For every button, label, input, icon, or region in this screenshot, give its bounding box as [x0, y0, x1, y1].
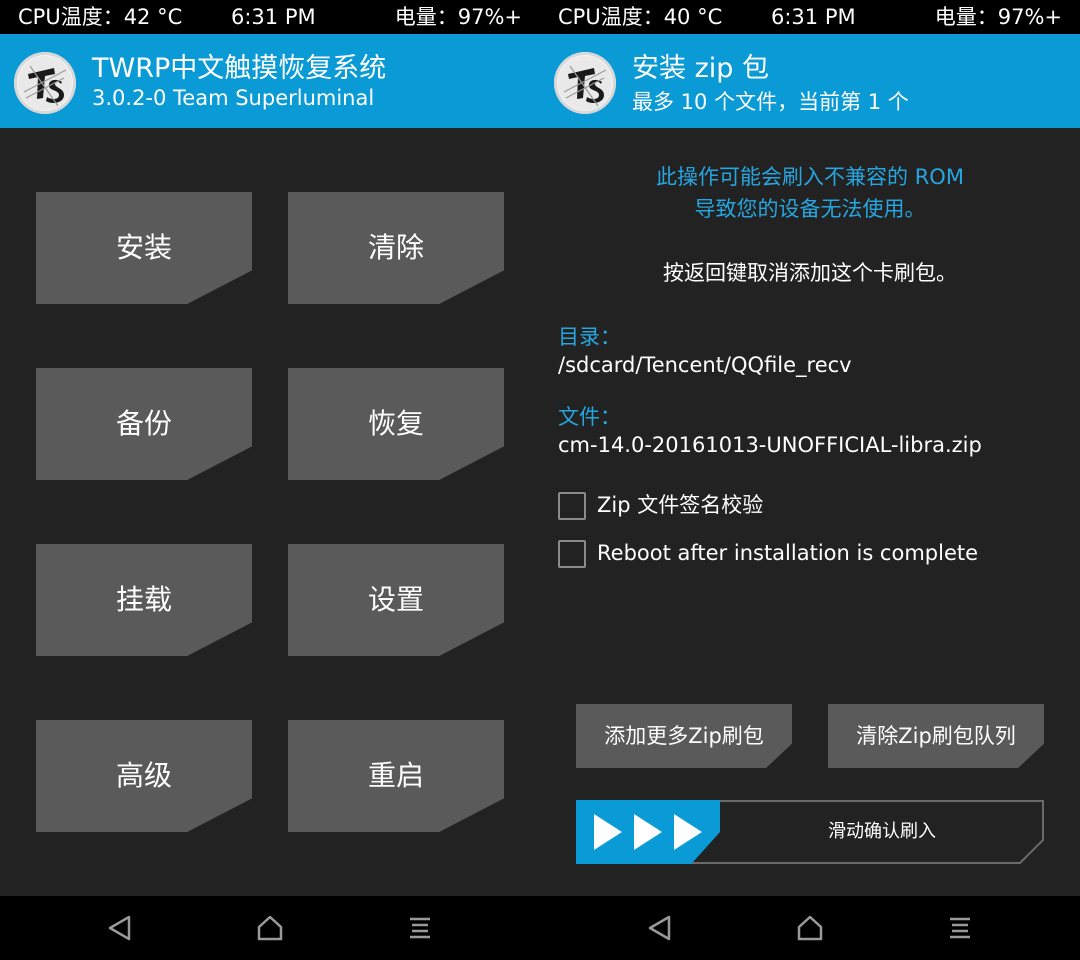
navigation-bar	[0, 896, 540, 960]
install-button[interactable]: 安装	[36, 192, 252, 304]
restore-button[interactable]: 恢复	[288, 368, 504, 480]
triple-arrow-icon	[594, 814, 702, 850]
cpu-temperature: CPU温度：42 °C	[18, 5, 183, 29]
menu-lines-icon[interactable]	[940, 908, 980, 948]
backup-button[interactable]: 备份	[36, 368, 252, 480]
back-icon[interactable]	[640, 908, 680, 948]
status-bar: CPU温度：40 °C 6:31 PM 电量：97%+	[540, 0, 1080, 34]
clock: 6:31 PM	[231, 5, 316, 29]
header-title: 安装 zip 包	[632, 53, 769, 84]
slider-handle[interactable]	[576, 800, 720, 864]
battery-level: 电量：97%+	[934, 5, 1062, 29]
mount-button[interactable]: 挂载	[36, 544, 252, 656]
app-header: 安装 zip 包 最多 10 个文件，当前第 1 个	[540, 34, 1080, 128]
warning-text-line-1: 此操作可能会刷入不兼容的 ROM	[656, 165, 964, 189]
warning-text-line-2: 导致您的设备无法使用。	[694, 197, 926, 221]
menu-lines-icon[interactable]	[400, 908, 440, 948]
checkbox-icon[interactable]	[558, 492, 586, 520]
advanced-button[interactable]: 高级	[36, 720, 252, 832]
home-icon[interactable]	[250, 908, 290, 948]
wipe-button[interactable]: 清除	[288, 192, 504, 304]
checkbox-label: Reboot after installation is complete	[597, 541, 979, 565]
header-subtitle: 最多 10 个文件，当前第 1 个	[632, 90, 909, 114]
clock: 6:31 PM	[771, 5, 856, 29]
reboot-button[interactable]: 重启	[288, 720, 504, 832]
settings-button[interactable]: 设置	[288, 544, 504, 656]
cancel-hint: 按返回键取消添加这个卡刷包。	[663, 261, 957, 285]
file-name: cm-14.0-20161013-UNOFFICIAL-libra.zip	[558, 433, 982, 457]
main-menu-screen: CPU温度：42 °C 6:31 PM 电量：97%+ TWRP中文触摸恢复系统…	[0, 0, 540, 960]
add-more-zips-button[interactable]: 添加更多Zip刷包	[576, 704, 792, 768]
file-label: 文件：	[558, 405, 621, 429]
back-icon[interactable]	[100, 908, 140, 948]
team-logo-icon	[14, 52, 76, 114]
checkbox-label: Zip 文件签名校验	[597, 493, 764, 517]
swipe-to-confirm-flash-slider[interactable]: 滑动确认刷入	[576, 800, 1044, 864]
header-subtitle: 3.0.2-0 Team Superluminal	[92, 86, 375, 110]
header-title: TWRP中文触摸恢复系统	[92, 53, 387, 84]
cpu-temperature: CPU温度：40 °C	[558, 5, 723, 29]
directory-label: 目录：	[558, 325, 621, 349]
install-zip-screen: CPU温度：40 °C 6:31 PM 电量：97%+ 安装 zip 包 最多 …	[540, 0, 1080, 960]
home-icon[interactable]	[790, 908, 830, 948]
team-logo-icon	[554, 52, 616, 114]
directory-path: /sdcard/Tencent/QQfile_recv	[558, 353, 852, 377]
app-header: TWRP中文触摸恢复系统 3.0.2-0 Team Superluminal	[0, 34, 540, 128]
battery-level: 电量：97%+	[394, 5, 522, 29]
slider-label: 滑动确认刷入	[828, 821, 936, 842]
checkbox-icon[interactable]	[558, 540, 586, 568]
navigation-bar	[540, 896, 1080, 960]
status-bar: CPU温度：42 °C 6:31 PM 电量：97%+	[0, 0, 540, 34]
clear-zip-queue-button[interactable]: 清除Zip刷包队列	[828, 704, 1044, 768]
